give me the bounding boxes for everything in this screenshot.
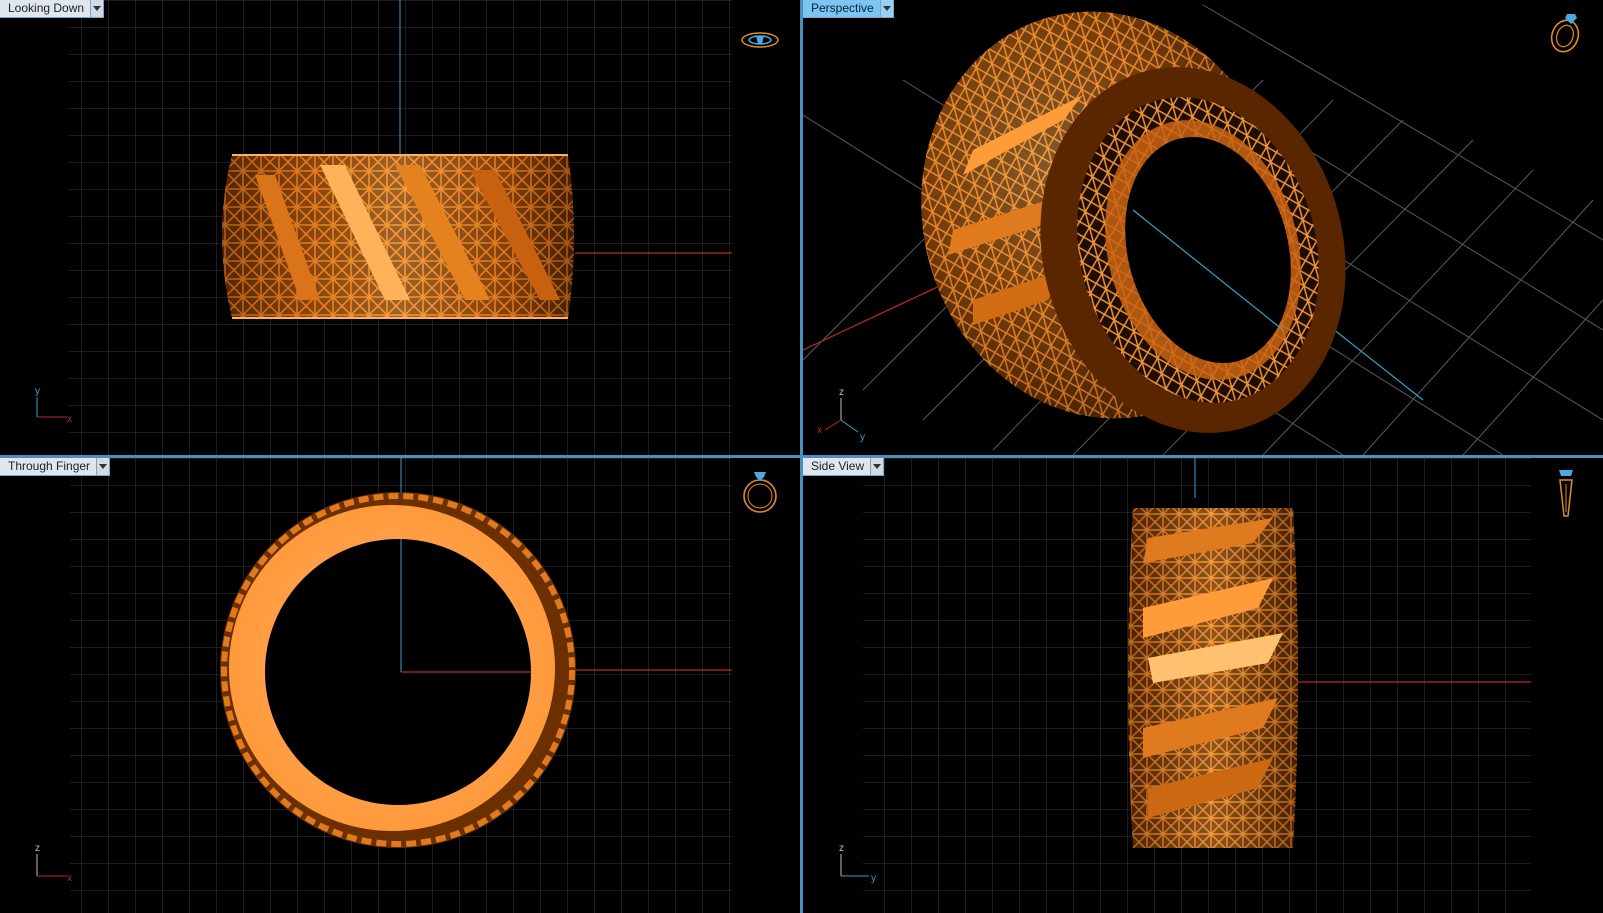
ring-model-side[interactable] <box>1128 508 1298 848</box>
chevron-down-icon[interactable] <box>870 458 884 475</box>
viewport-looking-down[interactable]: y x Looking Down <box>0 0 802 455</box>
viewport-tab-label[interactable]: Perspective <box>803 0 880 17</box>
svg-text:x: x <box>817 425 822 436</box>
ring-top-view-icon[interactable] <box>740 26 780 56</box>
viewport-divider-horizontal[interactable] <box>0 455 1603 458</box>
ring-model-perspective[interactable] <box>876 0 1386 455</box>
viewport-canvas[interactable]: z y <box>803 458 1603 913</box>
axis-triad: z x <box>35 843 72 884</box>
svg-text:y: y <box>860 432 865 443</box>
viewport-tab-side-view[interactable]: Side View <box>803 458 885 476</box>
svg-text:x: x <box>67 414 72 425</box>
viewport-tab-label[interactable]: Through Finger <box>0 458 97 475</box>
viewport-canvas[interactable]: z x <box>0 458 802 913</box>
viewport-tab-looking-down[interactable]: Looking Down <box>0 0 105 18</box>
viewport-tab-label[interactable]: Looking Down <box>0 0 91 17</box>
viewport-tab-perspective[interactable]: Perspective <box>803 0 894 18</box>
viewport-side-view[interactable]: z y Side View <box>803 458 1603 913</box>
viewport-tab-label[interactable]: Side View <box>803 458 871 475</box>
chevron-down-icon[interactable] <box>90 0 104 17</box>
ring-model-top[interactable] <box>222 154 574 319</box>
svg-text:y: y <box>871 873 876 884</box>
ring-model-front[interactable] <box>220 492 576 848</box>
ring-side-view-icon[interactable] <box>1551 466 1581 520</box>
svg-text:x: x <box>67 873 72 884</box>
axis-triad: y x <box>35 386 72 425</box>
viewport-tab-through-finger[interactable]: Through Finger <box>0 458 111 476</box>
svg-text:z: z <box>839 843 844 854</box>
viewport-canvas[interactable]: y x <box>0 0 802 455</box>
viewport-canvas[interactable]: z x y <box>803 0 1603 455</box>
viewport-through-finger[interactable]: z x Through Finger <box>0 458 802 913</box>
svg-text:z: z <box>35 843 40 854</box>
ring-front-view-icon[interactable] <box>740 468 780 514</box>
ring-perspective-icon[interactable] <box>1545 8 1585 56</box>
axis-triad: z x y <box>817 387 865 443</box>
chevron-down-icon[interactable] <box>879 0 893 17</box>
svg-text:z: z <box>839 387 844 398</box>
viewport-perspective[interactable]: z x y Perspective <box>803 0 1603 455</box>
chevron-down-icon[interactable] <box>96 458 110 475</box>
svg-text:y: y <box>35 386 40 397</box>
